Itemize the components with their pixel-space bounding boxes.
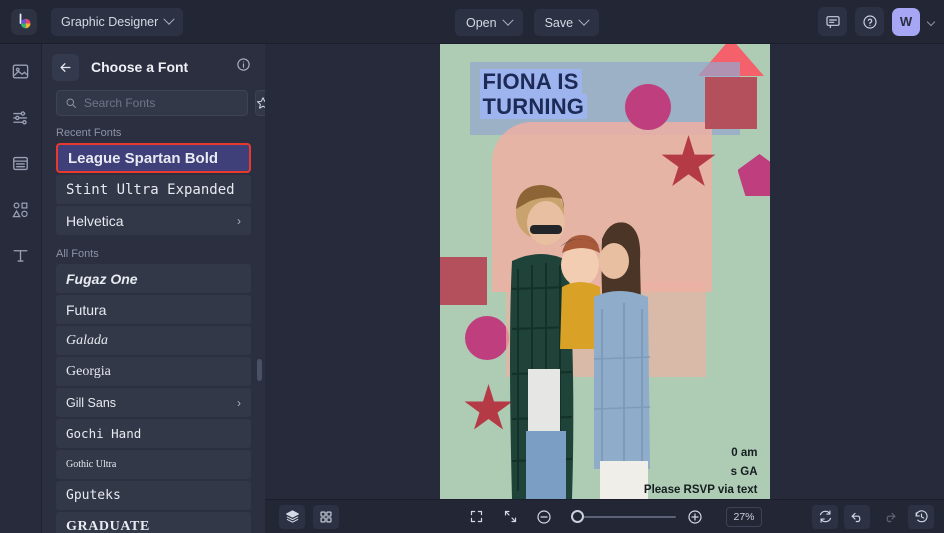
info-icon[interactable] (236, 57, 251, 77)
panel-scrollbar[interactable] (257, 359, 262, 381)
slider-knob[interactable] (571, 510, 584, 523)
font-name: Galada (66, 333, 108, 349)
font-name: Futura (66, 302, 106, 318)
circle-shape[interactable] (625, 84, 671, 130)
font-item-graduate[interactable]: GRADUATE (56, 512, 251, 533)
detail-line-1: 0 am (644, 444, 758, 463)
font-name: Gochi Hand (66, 426, 141, 441)
avatar[interactable]: W (892, 8, 920, 36)
font-name: League Spartan Bold (68, 150, 218, 167)
design-canvas[interactable]: FIONA IS TURNING 0 am s GA Please RSVP v… (440, 44, 770, 499)
reset-icon[interactable] (812, 505, 838, 529)
canvas-stage: FIONA IS TURNING 0 am s GA Please RSVP v… (265, 44, 944, 499)
detail-line-3: Please RSVP via text (644, 481, 758, 499)
font-panel: Choose a Font (42, 44, 265, 533)
font-name: Georgia (66, 364, 111, 380)
search-row (42, 90, 265, 116)
headline[interactable]: FIONA IS TURNING (480, 70, 588, 118)
chevron-right-icon: › (237, 214, 241, 228)
font-item-gochi-hand[interactable]: Gochi Hand (56, 419, 251, 448)
font-item-stint-ultra-expanded[interactable]: Stint Ultra Expanded (56, 175, 251, 204)
page-title: Choose a Font (91, 59, 236, 75)
account-actions: W (818, 7, 934, 36)
slider-track (571, 516, 676, 518)
fit-to-screen-icon[interactable] (497, 505, 523, 529)
zoom-in-icon[interactable] (682, 505, 708, 529)
view-toggles (279, 505, 347, 529)
all-fonts-label: All Fonts (42, 237, 265, 264)
chevron-down-icon (502, 14, 513, 25)
top-bar: Graphic Designer Open Save (0, 0, 944, 44)
all-fonts-list: Fugaz One Futura Galada Georgia Gill San… (42, 264, 265, 533)
font-name: Gothic Ultra (66, 459, 116, 470)
bottom-bar: 27% (265, 499, 944, 533)
befunky-logo-icon[interactable] (11, 9, 37, 35)
pentagon-shape[interactable] (738, 154, 770, 196)
image-icon[interactable] (8, 58, 34, 84)
zoom-slider[interactable] (571, 510, 676, 524)
headline-line-1: FIONA IS (480, 69, 582, 94)
back-arrow-icon[interactable] (52, 54, 79, 81)
history-controls (812, 505, 934, 529)
chat-icon[interactable] (818, 7, 847, 36)
chevron-right-icon: › (237, 396, 241, 410)
file-actions: Open Save (455, 9, 599, 36)
font-item-gothic-ultra[interactable]: Gothic Ultra (56, 450, 251, 479)
save-button[interactable]: Save (534, 9, 600, 36)
font-item-galada[interactable]: Galada (56, 326, 251, 355)
search-icon (65, 97, 77, 109)
fullscreen-icon[interactable] (463, 505, 489, 529)
font-name: Helvetica (66, 213, 124, 229)
project-name-dropdown[interactable]: Graphic Designer (51, 8, 183, 36)
chevron-down-icon[interactable] (927, 17, 935, 25)
redo-icon[interactable] (876, 505, 902, 529)
templates-icon[interactable] (8, 150, 34, 176)
font-name: Gill Sans (66, 396, 116, 410)
search-input[interactable] (84, 96, 239, 110)
search-input-wrap[interactable] (56, 90, 248, 116)
avatar-initial: W (900, 14, 912, 29)
square-shape[interactable] (440, 257, 487, 305)
zoom-level[interactable]: 27% (726, 507, 762, 527)
tool-rail (0, 44, 42, 533)
font-name: Stint Ultra Expanded (66, 182, 235, 198)
font-name: GRADUATE (66, 519, 150, 533)
font-item-fugaz-one[interactable]: Fugaz One (56, 264, 251, 293)
open-label: Open (466, 16, 497, 30)
history-icon[interactable] (908, 505, 934, 529)
project-name-label: Graphic Designer (61, 15, 158, 29)
recent-fonts-list: League Spartan Bold Stint Ultra Expanded… (42, 143, 265, 235)
text-icon[interactable] (8, 242, 34, 268)
event-details-text[interactable]: 0 am s GA Please RSVP via text (320) 123… (644, 444, 758, 499)
zoom-controls: 27% (463, 505, 762, 529)
font-item-gputeks[interactable]: Gputeks (56, 481, 251, 510)
font-item-helvetica[interactable]: Helvetica › (56, 206, 251, 235)
graphics-icon[interactable] (8, 196, 34, 222)
help-icon[interactable] (855, 7, 884, 36)
headline-line-2: TURNING (480, 94, 588, 119)
panel-header: Choose a Font (42, 44, 265, 90)
app-root: Graphic Designer Open Save (0, 0, 944, 533)
photo-layer[interactable] (502, 169, 650, 499)
star-icon[interactable] (255, 90, 265, 116)
font-item-gill-sans[interactable]: Gill Sans › (56, 388, 251, 417)
font-item-futura[interactable]: Futura (56, 295, 251, 324)
font-name: Gputeks (66, 488, 121, 503)
chevron-down-icon (578, 14, 589, 25)
open-button[interactable]: Open (455, 9, 523, 36)
square-shape[interactable] (705, 77, 757, 129)
undo-icon[interactable] (844, 505, 870, 529)
layers-icon[interactable] (279, 505, 305, 529)
grid-icon[interactable] (313, 505, 339, 529)
font-item-georgia[interactable]: Georgia (56, 357, 251, 386)
zoom-out-icon[interactable] (531, 505, 557, 529)
save-label: Save (545, 16, 574, 30)
recent-fonts-label: Recent Fonts (42, 116, 265, 143)
sliders-icon[interactable] (8, 104, 34, 130)
font-item-league-spartan-bold[interactable]: League Spartan Bold (56, 143, 251, 173)
font-name: Fugaz One (66, 271, 138, 287)
chevron-down-icon (164, 13, 175, 24)
detail-line-2: s GA (644, 463, 758, 482)
